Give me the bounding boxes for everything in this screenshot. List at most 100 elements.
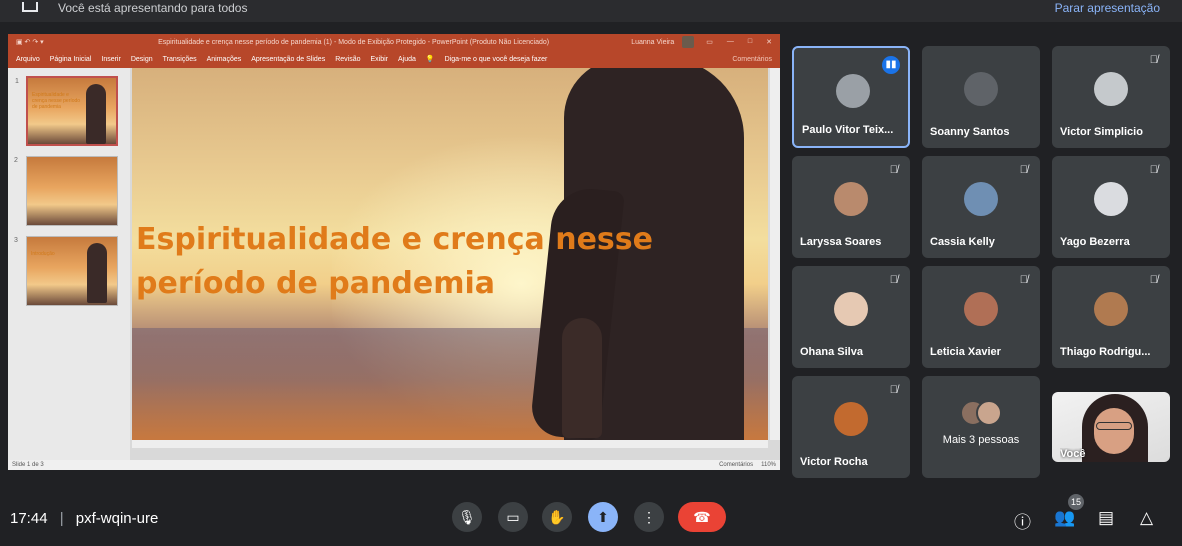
mic-off-icon: 🎙̸ (889, 384, 898, 396)
mic-off-icon: 🎙̸ (1019, 164, 1028, 176)
current-time: 17:44 (10, 510, 48, 527)
ppt-status-bar: Slide 1 de 3 Comentários 110% (8, 460, 780, 470)
meeting-details-button[interactable]: ⓘ (1014, 508, 1031, 533)
vertical-scrollbar[interactable] (770, 68, 780, 440)
mic-off-icon: 🎙̸ (889, 274, 898, 286)
participant-tile[interactable]: 🎙̸ Victor Simplicio (1052, 46, 1170, 148)
self-view-tile[interactable]: Você (1052, 392, 1170, 462)
chat-button[interactable]: ▤ (1098, 508, 1114, 528)
participant-tile[interactable]: 🎙̸ Victor Rocha (792, 376, 910, 478)
mic-icon: 🎙 (458, 509, 476, 525)
leave-call-button[interactable]: ☎ (678, 502, 726, 532)
hand-icon: ✋ (548, 509, 566, 525)
self-glasses (1096, 422, 1132, 430)
more-options-button[interactable]: ⋮ (634, 502, 664, 532)
shared-powerpoint-window: ▣ ↶ ↷ ▾ Espiritualidade e crença nesse p… (8, 34, 780, 470)
mic-off-icon: 🎙̸ (1019, 274, 1028, 286)
people-icon: 👥 (1054, 508, 1076, 527)
stop-presenting-button[interactable]: Parar apresentação (1055, 1, 1160, 15)
current-slide[interactable]: Espiritualidade e crença nesse período d… (132, 68, 768, 440)
ppt-user-avatar (682, 36, 695, 48)
participant-tile[interactable]: 🎙̸ Thiago Rodrigu... (1052, 266, 1170, 368)
mic-off-icon: 🎙̸ (1149, 164, 1158, 176)
participant-name: Laryssa Soares (800, 236, 882, 248)
participant-tile[interactable]: 🎙̸ Laryssa Soares (792, 156, 910, 258)
speaking-indicator-icon: ▮▮ (882, 56, 900, 74)
lightbulb-icon: 💡 (425, 56, 435, 63)
status-right-group: Comentários 110% (719, 462, 776, 468)
avatar (1094, 292, 1128, 326)
maximize-icon[interactable]: □ (748, 38, 752, 46)
participant-name: Paulo Vitor Teix... (802, 124, 894, 136)
more-people-tile[interactable]: Mais 3 pessoas (922, 376, 1040, 478)
tab-revisao[interactable]: Revisão (335, 56, 360, 63)
mic-off-icon: 🎙̸ (1149, 274, 1158, 286)
tell-me-field[interactable]: Diga-me o que você deseja fazer (445, 56, 548, 63)
tab-animacoes[interactable]: Animações (207, 56, 242, 63)
people-button[interactable]: 👥 (1054, 508, 1075, 528)
meeting-info: 17:44 | pxf-wqin-ure (10, 510, 158, 527)
participant-tile[interactable]: Soanny Santos (922, 46, 1040, 148)
chat-icon: ▤ (1098, 508, 1115, 527)
avatar (1094, 72, 1128, 106)
tab-design[interactable]: Design (131, 56, 153, 63)
meeting-code: pxf-wqin-ure (75, 510, 159, 527)
participant-name: Ohana Silva (800, 346, 863, 358)
tab-transicoes[interactable]: Transições (163, 56, 197, 63)
present-screen-icon (22, 2, 38, 12)
people-count-badge: 15 (1068, 494, 1084, 510)
presenting-banner: Você está apresentando para todos Parar … (0, 0, 1182, 22)
meeting-control-bar: 17:44 | pxf-wqin-ure 🎙 ▭ ✋ ⬆ ⋮ ☎ ⓘ 👥 15 … (0, 490, 1182, 546)
slide-thumbnail-pane: 1 Espiritualidade e crença nesse período… (8, 68, 130, 460)
avatar (1094, 182, 1128, 216)
participant-tile[interactable]: 🎙̸ Leticia Xavier (922, 266, 1040, 368)
thumbnail-text: Introdução (31, 251, 55, 257)
status-comments-button[interactable]: Comentários (719, 462, 753, 468)
participant-tile[interactable]: ▮▮ Paulo Vitor Teix... (792, 46, 910, 148)
participant-name: Cassia Kelly (930, 236, 995, 248)
activities-button[interactable]: △ (1140, 508, 1153, 528)
tab-apresentacao[interactable]: Apresentação de Slides (251, 56, 325, 63)
mic-off-icon: 🎙̸ (889, 164, 898, 176)
participant-tile[interactable]: 🎙̸ Ohana Silva (792, 266, 910, 368)
participant-tile[interactable]: 🎙̸ Cassia Kelly (922, 156, 1040, 258)
present-icon: ⬆ (597, 509, 609, 525)
tab-ajuda[interactable]: Ajuda (398, 56, 416, 63)
slide-thumbnail-3[interactable]: 3 Introdução (14, 236, 118, 306)
avatar (836, 74, 870, 108)
raise-hand-button[interactable]: ✋ (542, 502, 572, 532)
tab-inserir[interactable]: Inserir (101, 56, 120, 63)
thumbnail-text: Espiritualidade e crença nesse período d… (32, 92, 81, 110)
slide-title: Espiritualidade e crença nesse período d… (136, 222, 653, 301)
thumbnail-number: 2 (14, 157, 18, 164)
ribbon-display-icon[interactable]: ▭ (706, 38, 713, 46)
thumbnail-number: 3 (14, 237, 18, 244)
tab-arquivo[interactable]: Arquivo (16, 56, 40, 63)
slide-praying-hands (562, 318, 602, 438)
minimize-icon[interactable]: — (727, 38, 734, 46)
ppt-ribbon: Arquivo Página Inicial Inserir Design Tr… (8, 50, 780, 68)
mic-button[interactable]: 🎙 (452, 502, 482, 532)
thumbnail-silhouette (86, 84, 106, 144)
horizontal-scrollbar[interactable] (132, 440, 768, 448)
zoom-level[interactable]: 110% (761, 462, 776, 468)
camera-button[interactable]: ▭ (498, 502, 528, 532)
slide-thumbnail-1[interactable]: 1 Espiritualidade e crença nesse período… (15, 76, 118, 146)
tab-pagina-inicial[interactable]: Página Inicial (50, 56, 92, 63)
activities-icon: △ (1140, 508, 1154, 527)
close-icon[interactable]: ✕ (766, 38, 772, 46)
tab-exibir[interactable]: Exibir (370, 56, 388, 63)
ppt-window-controls: ▭ — □ ✕ (706, 38, 772, 46)
avatar (834, 402, 868, 436)
mic-off-icon: 🎙̸ (1149, 54, 1158, 66)
slide-thumbnail-2[interactable]: 2 (14, 156, 118, 226)
ppt-body: 1 Espiritualidade e crença nesse período… (8, 68, 780, 460)
more-vert-icon: ⋮ (642, 509, 656, 525)
thumbnail-silhouette (87, 243, 107, 303)
quick-access-toolbar: ▣ ↶ ↷ ▾ (16, 39, 44, 46)
present-button[interactable]: ⬆ (588, 502, 618, 532)
participant-tile[interactable]: 🎙̸ Yago Bezerra (1052, 156, 1170, 258)
avatar (834, 182, 868, 216)
stacked-avatars (960, 400, 1004, 430)
comments-button[interactable]: Comentários (732, 56, 772, 63)
